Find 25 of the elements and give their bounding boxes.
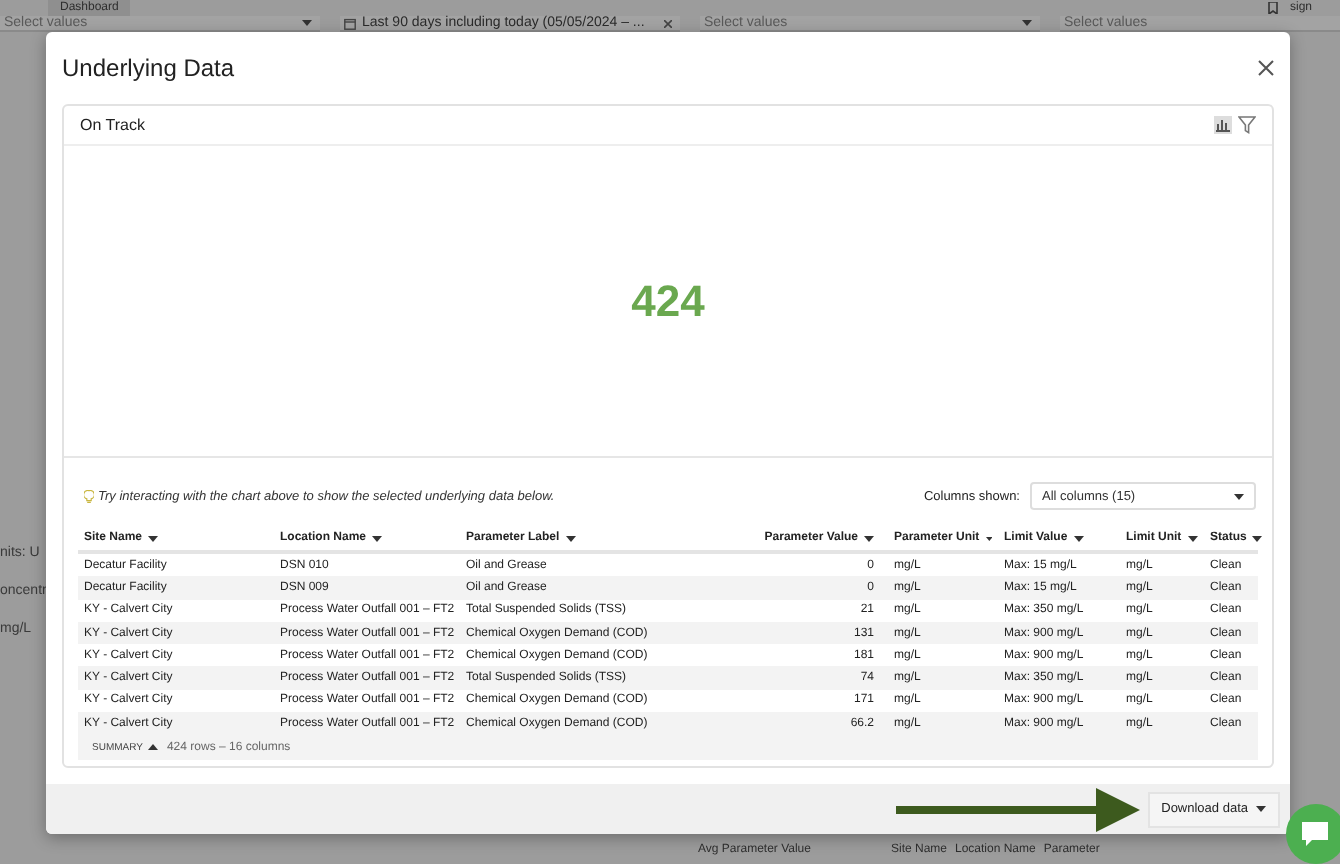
caret-icon xyxy=(302,20,312,26)
card-title: On Track xyxy=(80,116,145,134)
caret-icon xyxy=(1022,20,1032,26)
caret-icon xyxy=(148,535,159,541)
dialog-title: Underlying Data xyxy=(62,54,235,82)
clear-icon[interactable] xyxy=(664,19,672,27)
bar-chart-icon[interactable] xyxy=(1214,116,1232,134)
caret-icon xyxy=(864,535,874,541)
close-icon[interactable] xyxy=(1258,60,1274,76)
caret-icon xyxy=(985,535,992,541)
caret-icon xyxy=(148,744,159,751)
chat-icon[interactable] xyxy=(1286,804,1340,864)
caret-icon xyxy=(1252,535,1263,541)
caret-icon xyxy=(1187,535,1198,541)
bookmark-icon[interactable] xyxy=(1267,2,1278,14)
caret-icon xyxy=(1234,493,1244,499)
caret-icon xyxy=(1073,535,1084,541)
lightbulb-icon xyxy=(84,489,94,503)
caret-icon xyxy=(565,535,576,541)
metric-value: 424 xyxy=(631,275,705,327)
filter-icon[interactable] xyxy=(1238,116,1256,134)
caret-icon xyxy=(1256,806,1266,812)
caret-icon xyxy=(372,535,383,541)
calendar-icon xyxy=(344,17,356,29)
arrow-icon xyxy=(895,787,1140,831)
